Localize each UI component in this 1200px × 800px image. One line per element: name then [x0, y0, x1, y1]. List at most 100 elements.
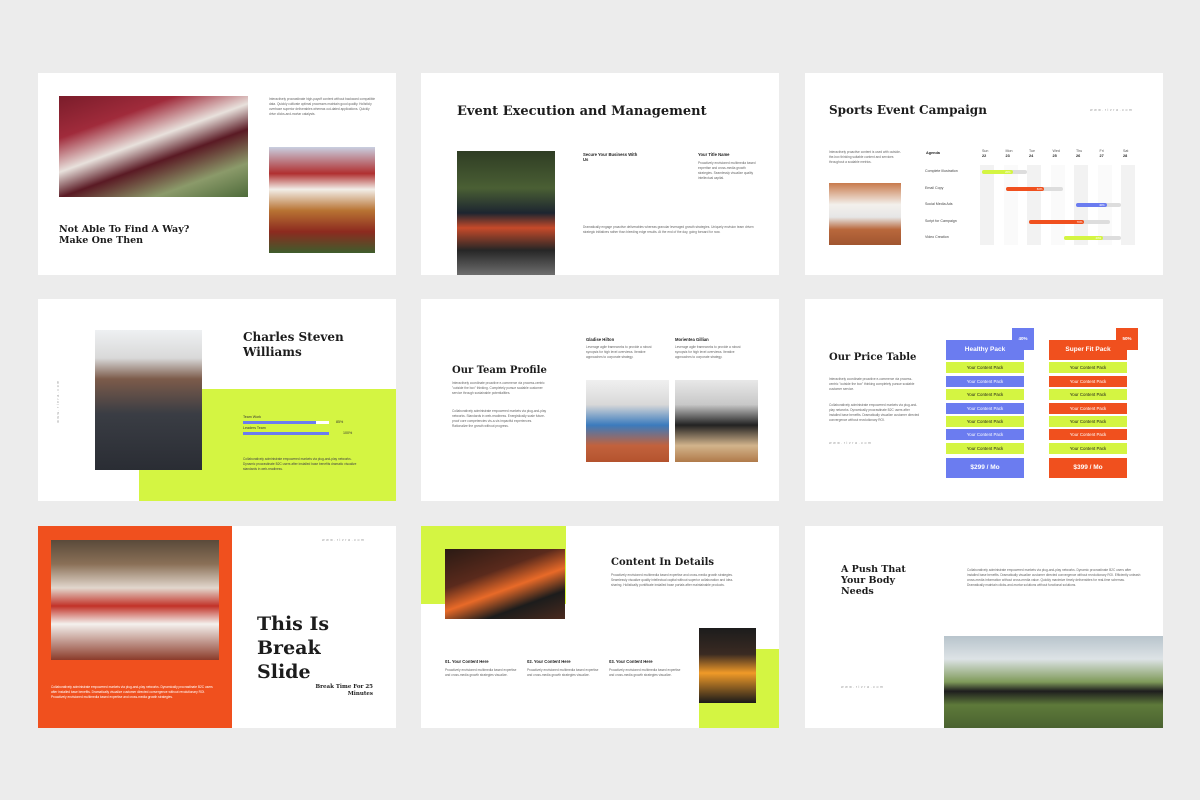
football-tackle-photo: [59, 96, 248, 197]
slide-9-title: A Push That Your Body Needs: [841, 564, 906, 597]
day-number: 25: [1052, 154, 1057, 158]
price-plan-2[interactable]: Super Fit Pack Your Content Pack Your Con…: [1049, 340, 1127, 478]
slide-5-body-1: Interactively coordinate proactive e-com…: [452, 381, 545, 395]
slide-9[interactable]: A Push That Your Body Needs Collaborativ…: [805, 526, 1163, 728]
task-label: Email Copy: [925, 185, 944, 190]
day-column: [980, 165, 994, 245]
volleyball-player-photo: [675, 380, 758, 462]
slide-6-body-1: Interactively coordinate proactive e-com…: [829, 377, 915, 391]
content-item-body: Proactively envisioned multimedia based …: [609, 668, 681, 677]
skill-1-label: Team Work: [243, 415, 262, 419]
football-runner-photo: [269, 147, 375, 253]
slide-9-body: Collaboratively administrate empowered m…: [967, 568, 1141, 587]
slide-5-title: Our Team Profile: [452, 365, 547, 376]
day-number: 28: [1123, 154, 1128, 158]
price-feature-item: Your Content Pack: [1049, 402, 1127, 414]
slide-3[interactable]: Sports Event Campaign www.rivra.com Inte…: [805, 73, 1163, 275]
slide-7-title: This Is Break Slide: [257, 613, 330, 683]
gym-training-photo: [445, 549, 565, 619]
day-column: [1003, 165, 1018, 245]
skill-2-fill: [243, 432, 329, 435]
day-number: 26: [1076, 154, 1081, 158]
price-feature-item: Your Content Pack: [1049, 415, 1127, 427]
price-plan-1[interactable]: Healthy Pack Your Content Pack Your Conte…: [946, 340, 1024, 478]
skill-1-track: [243, 421, 329, 424]
day-name: Wed: [1052, 149, 1060, 153]
slide-7[interactable]: Collaboratively administrate empowered m…: [38, 526, 396, 728]
skill-1-fill: [243, 421, 317, 424]
col2-body: Proactively envisioned multimedia based …: [698, 161, 756, 180]
slide-1-body: Interactively procrastinate high-payoff …: [269, 97, 376, 116]
task-label: Video Creation: [925, 235, 949, 239]
day-name: Fri: [1099, 149, 1104, 153]
day-column: [1027, 165, 1041, 245]
task-bar: 20%: [982, 170, 1013, 174]
website-url: www.rivra.com: [55, 379, 60, 423]
basketball-team-photo: [51, 540, 219, 660]
task-bar: 60%: [1005, 186, 1045, 191]
plan-2-badge: 50%: [1116, 328, 1138, 350]
content-item-body: Proactively envisioned multimedia based …: [527, 668, 599, 677]
website-url: www.rivra.com: [1090, 108, 1134, 112]
website-url: www.rivra.com: [322, 538, 366, 542]
task-label: Social Media Ads: [925, 202, 953, 206]
runners-legs-photo: [829, 183, 901, 245]
price-feature-item: Your Content Pack: [1049, 389, 1127, 401]
skill-2-track: [243, 432, 329, 435]
website-url: www.rivra.com: [829, 441, 873, 445]
day-name: Sun: [982, 149, 989, 153]
price-feature-item: Your Content Pack: [946, 389, 1024, 401]
task-bar: 40%: [1076, 203, 1107, 207]
col2-title: Your Title Name: [698, 152, 730, 157]
member-2-body: Leverage agile frameworks to provide a r…: [675, 345, 741, 359]
slide-8-title: Content In Details: [611, 557, 715, 568]
price-feature-item: Your Content Pack: [1049, 362, 1127, 374]
slide-6[interactable]: Our Price Table Interactively coordinate…: [805, 299, 1163, 501]
plan-2-price: $399 / Mo: [1049, 457, 1127, 478]
member-2-name: Morientea Gillian: [675, 337, 709, 342]
slide-3-body: Interactively proactive content is used …: [829, 150, 901, 164]
col1-title: Secure Your Business With Us: [583, 152, 638, 162]
slide-2-title: Event Execution and Management: [457, 104, 707, 119]
slide-5-body-2: Collaboratively administrate empowered m…: [452, 409, 547, 428]
skill-2-pct: 100%: [343, 431, 353, 435]
price-feature-item: Your Content Pack: [1049, 375, 1127, 387]
content-item-body: Proactively envisioned multimedia based …: [445, 668, 517, 677]
skill-2-label: Leaders Team: [243, 426, 266, 430]
price-feature-item: Your Content Pack: [946, 402, 1024, 414]
day-name: Mon: [1005, 149, 1013, 153]
profile-photo: [95, 330, 202, 470]
content-item-title: 03. Your Content Here: [609, 659, 653, 664]
slide-8-body: Proactively envisioned multimedia based …: [611, 573, 734, 587]
member-1-body: Leverage agile frameworks to provide a r…: [586, 345, 652, 359]
profile-name: Charles Steven Williams: [243, 330, 344, 359]
content-item-title: 01. Your Content Here: [445, 659, 489, 664]
slide-2[interactable]: Event Execution and Management Secure Yo…: [421, 73, 779, 275]
task-bar: 70%: [1029, 219, 1085, 224]
slide-4-body: Collaboratively administrate empowered m…: [243, 457, 357, 471]
day-name: Sat: [1123, 149, 1129, 153]
day-column: [1050, 165, 1065, 245]
plan-1-price: $299 / Mo: [946, 457, 1024, 478]
plan-1-badge: 40%: [1012, 328, 1034, 350]
break-time-label: Break Time For 25 Minutes: [315, 684, 374, 697]
skill-1-pct: 85%: [336, 420, 344, 424]
day-name: Thu: [1076, 149, 1083, 153]
day-number: 22: [982, 154, 987, 158]
price-feature-item: Your Content Pack: [946, 442, 1024, 454]
slide-3-title: Sports Event Campaign: [829, 103, 987, 117]
price-feature-item: Your Content Pack: [946, 362, 1024, 374]
day-number: 24: [1029, 154, 1034, 158]
weightlifting-photo: [699, 628, 756, 703]
slide-4[interactable]: www.rivra.com Charles Steven Williams Te…: [38, 299, 396, 501]
member-1-name: Gladise Hilton: [586, 337, 615, 342]
slide-1[interactable]: Interactively procrastinate high-payoff …: [38, 73, 396, 275]
cyclist-field-photo: [944, 636, 1163, 728]
task-bar: 40%: [1064, 236, 1104, 240]
slide-8[interactable]: Content In Details Proactively envisione…: [421, 526, 779, 728]
slide-5[interactable]: Our Team Profile Interactively coordinat…: [421, 299, 779, 501]
slide-1-title: Not Able To Find A Way? Make One Then: [59, 224, 190, 246]
price-feature-item: Your Content Pack: [946, 429, 1024, 441]
price-feature-item: Your Content Pack: [1049, 429, 1127, 441]
price-feature-item: Your Content Pack: [946, 375, 1024, 387]
